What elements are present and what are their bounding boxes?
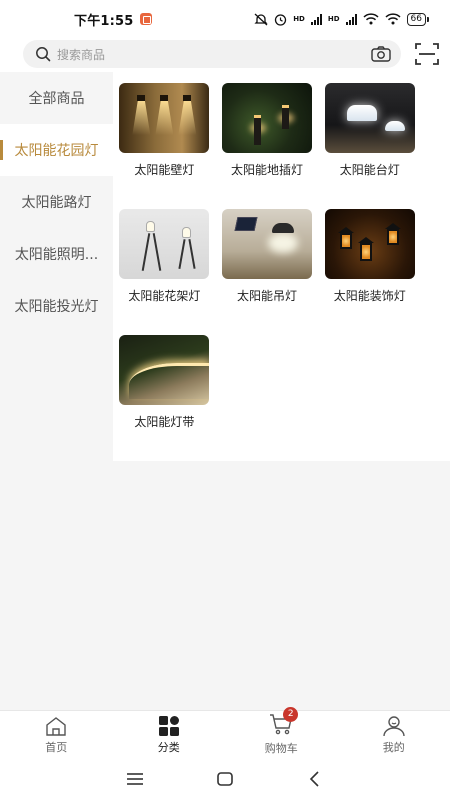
sidebar-item-label: 太阳能投光灯 [14,299,99,315]
category-sidebar: 全部商品 太阳能花园灯 太阳能路灯 太阳能照明... 太阳能投光灯 [0,72,113,710]
bottom-nav: 首页 分类 2 购物车 我的 [0,707,450,758]
lantern-light-photo [324,209,415,279]
subcategory-ground-stake-light[interactable]: 太阳能地插灯 [216,83,319,209]
subcategory-tripod-light[interactable]: 太阳能花架灯 [113,209,216,335]
profile-icon [383,715,405,736]
subcategory-wall-light[interactable]: 太阳能壁灯 [113,83,216,209]
scan-icon[interactable] [414,41,440,67]
search-bar[interactable]: 搜索商品 [23,40,401,68]
wifi-icon-2 [385,13,401,25]
sidebar-item-garden-light[interactable]: 太阳能花园灯 [0,124,113,176]
sidebar-item-lighting[interactable]: 太阳能照明... [0,228,113,280]
table-lamp-photo [324,83,415,153]
subcategory-table-lamp[interactable]: 太阳能台灯 [318,83,421,209]
alarm-icon [275,13,287,26]
subcategory-lantern-light[interactable]: 太阳能装饰灯 [318,209,421,335]
category-icon [158,715,179,736]
app-notification-icon [139,13,152,25]
home-icon [46,716,66,736]
camera-icon[interactable] [371,46,391,62]
ground-stake-light-photo [222,83,313,153]
tripod-light-photo [119,209,210,279]
sidebar-item-flood-light[interactable]: 太阳能投光灯 [0,280,113,332]
nav-label: 分类 [157,740,180,754]
subcategory-label: 太阳能吊灯 [237,289,298,303]
nav-home[interactable]: 首页 [0,711,113,758]
sidebar-item-label: 太阳能照明... [14,247,99,263]
nav-profile[interactable]: 我的 [338,711,450,758]
pendant-light-photo [222,209,313,279]
cart-badge: 2 [283,707,299,722]
subcategory-grid: 太阳能壁灯 太阳能地插灯 太阳能台灯 太阳能花架灯 太阳能吊灯 太阳能装饰灯 太… [113,72,450,461]
search-icon [36,47,51,62]
mute-bell-icon [254,13,268,25]
battery-icon: 66 [406,12,430,26]
subcategory-label: 太阳能装饰灯 [333,289,406,303]
wifi-icon [363,13,379,25]
hd-label-1: HD [293,15,305,23]
sidebar-item-all[interactable]: 全部商品 [0,72,113,124]
subcategory-label: 太阳能壁灯 [134,163,195,177]
back-icon[interactable] [304,768,326,790]
subcategory-label: 太阳能花架灯 [128,289,201,303]
sidebar-item-label: 太阳能路灯 [21,195,92,211]
nav-label: 我的 [382,740,405,754]
home-square-icon[interactable] [214,768,236,790]
subcategory-label: 太阳能地插灯 [231,163,304,177]
subcategory-label: 太阳能台灯 [339,163,400,177]
light-strip-photo [119,335,210,405]
signal-icon-2 [345,13,357,25]
hd-label-2: HD [327,15,340,23]
subcategory-light-strip[interactable]: 太阳能灯带 [113,335,216,461]
cart-icon-wrap: 2 [269,707,299,740]
status-time: 下午1:55 [74,13,134,29]
wall-light-photo [119,83,210,153]
sidebar-item-street-light[interactable]: 太阳能路灯 [0,176,113,228]
nav-cart[interactable]: 2 购物车 [225,707,338,758]
system-nav-bar [0,758,450,800]
subcategory-label: 太阳能灯带 [134,415,195,429]
subcategory-pendant-light[interactable]: 太阳能吊灯 [216,209,319,335]
sidebar-item-label: 全部商品 [28,91,85,107]
search-row: 搜索商品 [0,36,450,72]
nav-category[interactable]: 分类 [113,711,226,758]
nav-label: 购物车 [264,742,298,755]
sidebar-item-label: 太阳能花园灯 [14,143,99,159]
menu-icon[interactable] [124,768,146,790]
status-icons: HD HD 66 [254,12,430,26]
nav-label: 首页 [45,740,68,754]
category-content: 太阳能壁灯 太阳能地插灯 太阳能台灯 太阳能花架灯 太阳能吊灯 太阳能装饰灯 太… [113,72,450,710]
search-input[interactable]: 搜索商品 [57,46,371,63]
status-bar: 下午1:55 HD HD 66 [0,0,450,38]
signal-icon-1 [310,13,322,25]
